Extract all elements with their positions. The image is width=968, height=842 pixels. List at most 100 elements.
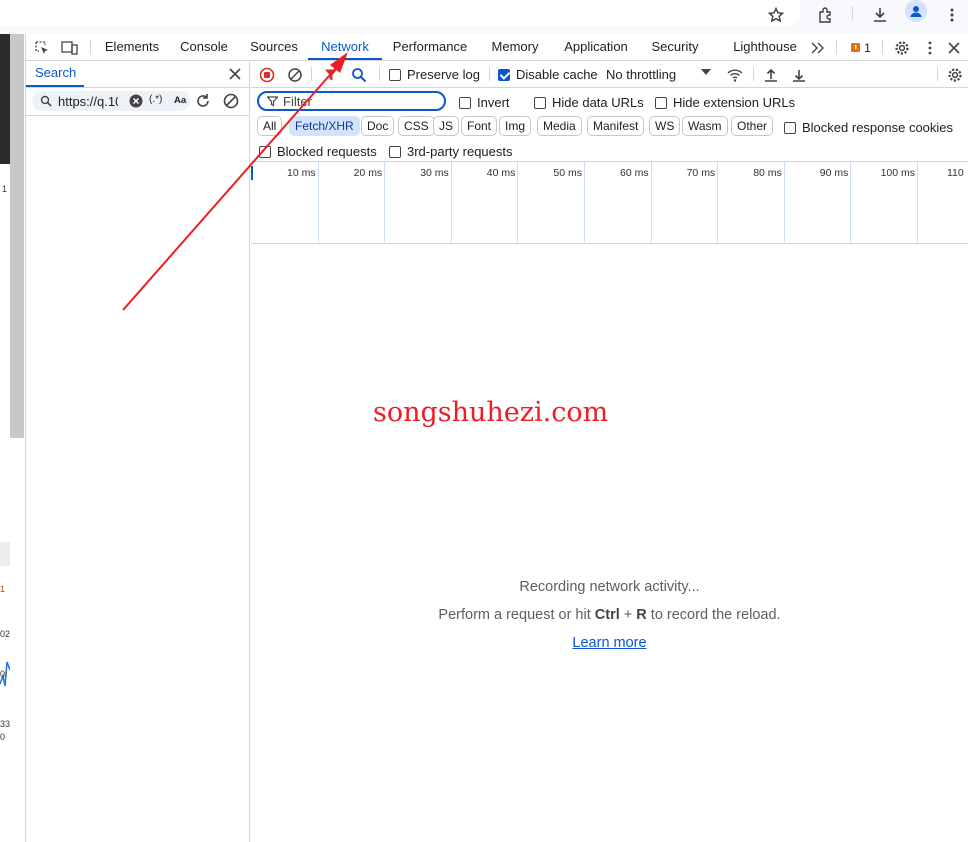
export-har-icon[interactable] <box>789 65 809 85</box>
star-icon[interactable] <box>764 3 788 27</box>
network-overview-timeline[interactable]: 10 ms 20 ms 30 ms 40 ms 50 ms 60 ms 70 ms 80 ms… <box>251 162 968 244</box>
invert-checkbox[interactable]: Invert <box>459 95 510 110</box>
inspect-element-icon[interactable] <box>32 38 52 58</box>
blocked-response-cookies-checkbox[interactable]: Blocked response cookies <box>784 120 953 135</box>
page-content-strip: 1 1 02 0: 33 0 <box>0 34 26 842</box>
search-icon <box>40 95 52 107</box>
filter-funnel-icon[interactable] <box>321 65 341 85</box>
search-panel: Search (.*) Aa <box>26 61 250 842</box>
timeline-gridline <box>384 162 386 243</box>
extensions-icon[interactable] <box>814 3 838 27</box>
timeline-gridline <box>450 162 452 243</box>
timeline-tick-label: 90 ms <box>819 167 849 179</box>
search-network-icon[interactable] <box>349 65 369 85</box>
timeline-gridline <box>584 162 585 243</box>
timeline-tick-label: 70 ms <box>686 167 716 179</box>
network-conditions-icon[interactable] <box>725 65 745 85</box>
timeline-gridline <box>517 162 519 243</box>
record-icon[interactable] <box>257 65 277 85</box>
timeline-tick-label: 110 <box>947 167 964 179</box>
recording-status: Recording network activity... <box>519 579 700 595</box>
type-filter-fetch-xhr[interactable]: Fetch/XHR <box>289 116 360 136</box>
type-filter-font[interactable]: Font <box>461 116 498 136</box>
type-filter-manifest[interactable]: Manifest <box>587 116 645 136</box>
preserve-log-checkbox[interactable]: Preserve log <box>389 67 480 82</box>
device-toolbar-icon[interactable] <box>60 38 80 58</box>
tab-application[interactable]: Application <box>558 34 634 60</box>
clear-results-icon[interactable] <box>222 92 242 112</box>
type-filter-media[interactable]: Media <box>537 116 582 136</box>
regex-toggle[interactable]: (.*) <box>149 94 162 105</box>
timeline-tick-label: 60 ms <box>620 167 649 179</box>
tab-sources[interactable]: Sources <box>246 34 302 60</box>
omnibox[interactable] <box>0 0 800 26</box>
filter-bar: Invert Hide data URLs Hide extension URL… <box>251 88 968 162</box>
network-settings-gear-icon[interactable] <box>945 65 965 85</box>
network-toolbar: Preserve log Disable cache No throttling <box>251 61 968 88</box>
type-filter-ws[interactable]: WS <box>649 116 681 136</box>
filter-box <box>257 91 446 111</box>
timeline-tick-label: 50 ms <box>553 167 582 179</box>
timeline-gridline <box>317 162 319 243</box>
avatar[interactable] <box>905 0 927 22</box>
type-filter-all[interactable]: All <box>257 116 283 136</box>
timeline-gridline <box>850 162 852 243</box>
devtools-tabbar: Elements Console Sources Network Perform… <box>26 34 968 61</box>
refresh-icon[interactable] <box>194 92 214 112</box>
search-tab[interactable]: Search <box>26 61 84 87</box>
filter-input[interactable] <box>283 94 433 109</box>
browser-toolbar <box>0 0 968 34</box>
chevron-down-icon[interactable] <box>701 69 711 75</box>
import-har-icon[interactable] <box>761 65 781 85</box>
strip-text: 0: <box>0 669 8 679</box>
learn-more-link[interactable]: Learn more <box>572 635 646 651</box>
tab-performance[interactable]: Performance <box>388 34 472 60</box>
type-filter-css[interactable]: CSS <box>398 116 435 136</box>
timeline-tick-label: 100 ms <box>880 167 915 179</box>
search-input[interactable] <box>58 93 118 109</box>
type-filter-other[interactable]: Other <box>731 116 774 136</box>
strip-text: 33 <box>0 719 11 729</box>
more-icon[interactable] <box>940 3 964 27</box>
disable-cache-checkbox[interactable]: Disable cache <box>498 67 598 82</box>
tab-security[interactable]: Security <box>646 34 704 60</box>
type-filter-js[interactable]: JS <box>433 116 460 136</box>
strip-text: 0 <box>0 732 6 742</box>
tab-network[interactable]: Network <box>308 34 382 60</box>
blocked-requests-checkbox[interactable]: Blocked requests <box>259 144 377 159</box>
timeline-gridline <box>917 162 918 243</box>
timeline-gridline <box>717 162 719 243</box>
tab-elements[interactable]: Elements <box>100 34 164 60</box>
strip-text: 02 <box>0 629 11 639</box>
download-icon[interactable] <box>868 3 892 27</box>
settings-gear-icon[interactable] <box>892 38 912 58</box>
timeline-gridline <box>783 162 785 243</box>
customize-menu-icon[interactable] <box>920 38 940 58</box>
hide-extension-urls-checkbox[interactable]: Hide extension URLs <box>655 95 795 110</box>
strip-text: 1 <box>0 584 6 594</box>
strip-text: 1 <box>2 184 8 194</box>
network-panel: Preserve log Disable cache No throttling… <box>251 61 968 842</box>
more-tabs-icon[interactable] <box>808 38 828 58</box>
close-search-icon[interactable] <box>226 65 244 83</box>
timeline-tick-label: 20 ms <box>353 167 383 179</box>
close-devtools-icon[interactable] <box>944 38 964 58</box>
tab-console[interactable]: Console <box>176 34 232 60</box>
timeline-tick-label: 30 ms <box>420 167 449 179</box>
issues-badge[interactable]: 1 <box>846 38 876 58</box>
page-scrollbar[interactable] <box>10 34 24 438</box>
clear-log-icon[interactable] <box>285 65 305 85</box>
type-filter-img[interactable]: Img <box>499 116 532 136</box>
match-case-toggle[interactable]: Aa <box>174 95 186 106</box>
tab-memory[interactable]: Memory <box>484 34 546 60</box>
timeline-cursor <box>251 166 253 180</box>
throttling-select[interactable]: No throttling <box>606 67 676 82</box>
reload-hint: Perform a request or hit Ctrl + R to rec… <box>438 607 781 623</box>
type-filter-doc[interactable]: Doc <box>361 116 395 136</box>
clear-search-icon[interactable] <box>129 94 143 108</box>
type-filter-wasm[interactable]: Wasm <box>682 116 728 136</box>
third-party-requests-checkbox[interactable]: 3rd-party requests <box>389 144 513 159</box>
hide-data-urls-checkbox[interactable]: Hide data URLs <box>534 95 644 110</box>
search-query-box: (.*) Aa <box>32 91 190 111</box>
tab-lighthouse[interactable]: Lighthouse <box>726 34 804 60</box>
